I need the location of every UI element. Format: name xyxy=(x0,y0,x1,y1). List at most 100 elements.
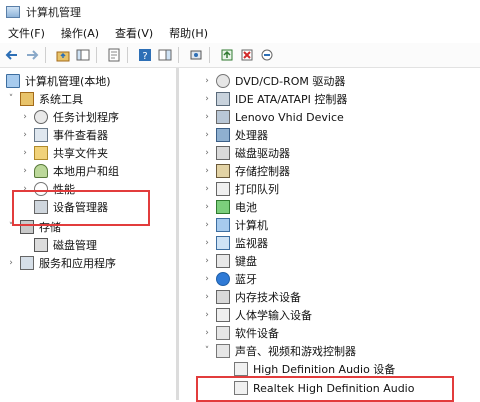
tree-item-label: 磁盘管理 xyxy=(53,239,97,252)
tree-item-system-tools[interactable]: ˅ 系统工具 xyxy=(6,90,83,108)
chevron-right-icon[interactable]: › xyxy=(202,148,212,158)
speaker-icon xyxy=(216,344,230,358)
chevron-right-icon[interactable]: › xyxy=(20,112,30,122)
toolbar-separator xyxy=(96,47,97,63)
disk-drive-icon xyxy=(216,146,230,160)
dvd-drive-icon xyxy=(216,74,230,88)
device-category-lenovo-vhid[interactable]: › Lenovo Vhid Device xyxy=(202,108,344,126)
device-category-memory-tech[interactable]: › 内存技术设备 xyxy=(202,288,301,306)
properties-button[interactable] xyxy=(106,47,122,63)
scan-hardware-button[interactable] xyxy=(188,47,204,63)
battery-icon xyxy=(216,200,230,214)
device-category-hid[interactable]: › 人体学输入设备 xyxy=(202,306,312,324)
clock-icon xyxy=(34,110,48,124)
chevron-right-icon[interactable]: › xyxy=(202,112,212,122)
menu-action[interactable]: 操作(A) xyxy=(53,25,107,41)
chevron-right-icon[interactable]: › xyxy=(202,166,212,176)
chevron-down-icon[interactable]: ˅ xyxy=(6,94,16,104)
ide-controller-icon xyxy=(216,92,230,106)
action-pane-button[interactable] xyxy=(157,47,173,63)
toolbar-separator xyxy=(178,47,179,63)
device-category-label: 声音、视频和游戏控制器 xyxy=(235,345,356,358)
device-category-computer[interactable]: › 计算机 xyxy=(202,216,268,234)
device-category-disk-drives[interactable]: › 磁盘驱动器 xyxy=(202,144,290,162)
device-category-processors[interactable]: › 处理器 xyxy=(202,126,268,144)
chevron-right-icon[interactable]: › xyxy=(202,292,212,302)
toolbar-separator xyxy=(209,47,210,63)
tree-item-local-users-groups[interactable]: › 本地用户和组 xyxy=(20,162,119,180)
device-category-monitors[interactable]: › 监视器 xyxy=(202,234,268,252)
device-category-label: 处理器 xyxy=(235,129,268,142)
back-button[interactable] xyxy=(4,47,20,63)
chevron-right-icon[interactable]: › xyxy=(202,184,212,194)
chevron-right-icon[interactable]: › xyxy=(20,130,30,140)
chevron-right-icon[interactable]: › xyxy=(202,76,212,86)
update-driver-button[interactable] xyxy=(219,47,235,63)
chevron-right-icon[interactable]: › xyxy=(202,310,212,320)
device-category-label: Lenovo Vhid Device xyxy=(235,110,344,124)
toolbar-separator xyxy=(45,47,46,63)
uninstall-x-icon xyxy=(241,49,253,61)
memory-technology-icon xyxy=(216,290,230,304)
device-category-sound[interactable]: ˅ 声音、视频和游戏控制器 xyxy=(202,342,356,360)
show-hide-tree-button[interactable] xyxy=(75,47,91,63)
tree-item-disk-management[interactable]: 磁盘管理 xyxy=(34,236,97,254)
monitor-icon xyxy=(216,236,230,250)
chevron-right-icon[interactable]: › xyxy=(202,94,212,104)
device-category-batteries[interactable]: › 电池 xyxy=(202,198,257,216)
tree-item-label: 事件查看器 xyxy=(53,129,108,142)
svg-text:?: ? xyxy=(142,51,147,62)
device-category-label: DVD/CD-ROM 驱动器 xyxy=(235,75,346,88)
event-viewer-icon xyxy=(34,128,48,142)
chevron-right-icon[interactable]: › xyxy=(20,166,30,176)
chevron-right-icon[interactable]: › xyxy=(202,130,212,140)
uninstall-device-button[interactable] xyxy=(239,47,255,63)
forward-button[interactable] xyxy=(24,47,40,63)
chevron-down-icon[interactable]: ˅ xyxy=(202,346,212,356)
tree-item-label: 共享文件夹 xyxy=(53,147,108,160)
device-category-label: 监视器 xyxy=(235,237,268,250)
device-item-label: High Definition Audio 设备 xyxy=(253,363,396,376)
menu-file[interactable]: 文件(F) xyxy=(0,25,53,41)
chevron-right-icon[interactable]: › xyxy=(202,220,212,230)
chevron-right-icon[interactable]: › xyxy=(6,258,16,268)
chevron-right-icon[interactable]: › xyxy=(202,202,212,212)
chevron-right-icon[interactable]: › xyxy=(202,274,212,284)
chevron-right-icon[interactable]: › xyxy=(202,238,212,248)
tree-item-root[interactable]: 计算机管理(本地) xyxy=(6,72,111,90)
device-category-print-queues[interactable]: › 打印队列 xyxy=(202,180,279,198)
device-category-keyboards[interactable]: › 键盘 xyxy=(202,252,257,270)
tree-item-task-scheduler[interactable]: › 任务计划程序 xyxy=(20,108,119,126)
device-category-storage-controllers[interactable]: › 存储控制器 xyxy=(202,162,290,180)
printer-icon xyxy=(216,182,230,196)
tree-item-label: 本地用户和组 xyxy=(53,165,119,178)
device-category-label: 存储控制器 xyxy=(235,165,290,178)
device-category-dvd[interactable]: › DVD/CD-ROM 驱动器 xyxy=(202,72,345,90)
computer-icon xyxy=(216,218,230,232)
tree-item-event-viewer[interactable]: › 事件查看器 xyxy=(20,126,108,144)
speaker-icon xyxy=(234,362,248,376)
chevron-right-icon[interactable]: › xyxy=(202,328,212,338)
device-category-software-devices[interactable]: › 软件设备 xyxy=(202,324,279,342)
system-tools-icon xyxy=(20,92,34,106)
device-category-bluetooth[interactable]: › 蓝牙 xyxy=(202,270,257,288)
forward-arrow-icon xyxy=(27,50,39,60)
menu-help[interactable]: 帮助(H) xyxy=(161,25,216,41)
update-driver-icon xyxy=(221,49,233,61)
tree-item-services-apps[interactable]: › 服务和应用程序 xyxy=(6,254,116,272)
highlight-box-device-manager xyxy=(12,190,150,226)
tree-item-shared-folders[interactable]: › 共享文件夹 xyxy=(20,144,108,162)
keyboard-icon xyxy=(216,254,230,268)
toolbar: ? xyxy=(0,43,480,68)
device-category-ide[interactable]: › IDE ATA/ATAPI 控制器 xyxy=(202,90,347,108)
tree-item-label: 任务计划程序 xyxy=(53,111,119,124)
help-button[interactable]: ? xyxy=(137,47,153,63)
device-category-label: 电池 xyxy=(235,201,257,214)
menu-view[interactable]: 查看(V) xyxy=(107,25,161,41)
chevron-right-icon[interactable]: › xyxy=(20,148,30,158)
up-one-level-button[interactable] xyxy=(55,47,71,63)
chevron-right-icon[interactable]: › xyxy=(202,256,212,266)
device-category-label: 软件设备 xyxy=(235,327,279,340)
console-tree-pane: 计算机管理(本地) ˅ 系统工具 › 任务计划程序 › 事件查看器 › 共享文件… xyxy=(0,68,179,400)
enable-device-button[interactable] xyxy=(259,47,275,63)
